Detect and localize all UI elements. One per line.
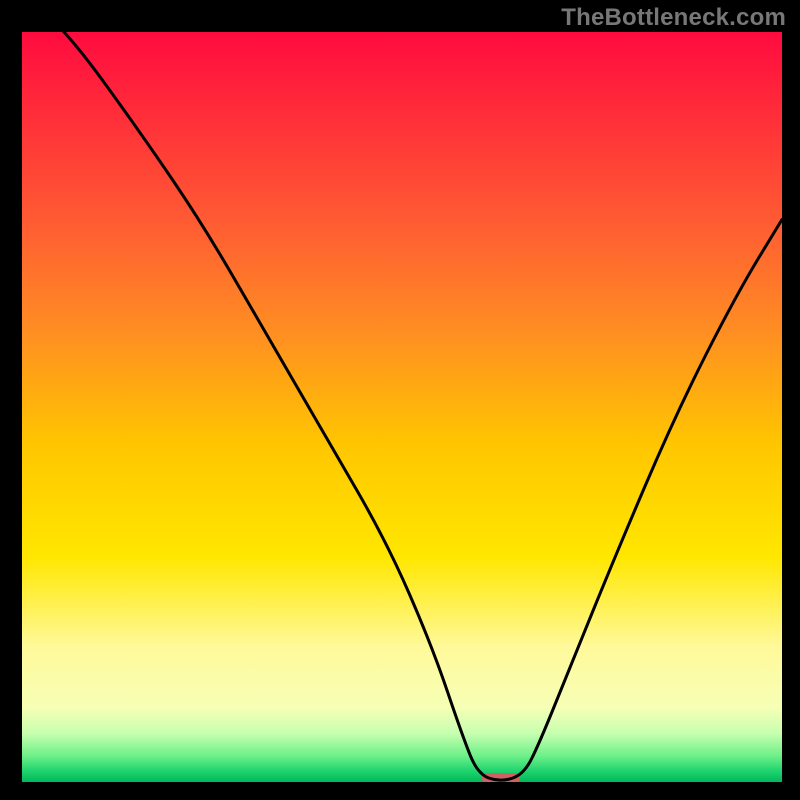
chart-svg xyxy=(0,0,800,800)
watermark-label: TheBottleneck.com xyxy=(561,4,786,32)
gradient-background xyxy=(22,32,782,782)
bottleneck-chart: TheBottleneck.com xyxy=(0,0,800,800)
